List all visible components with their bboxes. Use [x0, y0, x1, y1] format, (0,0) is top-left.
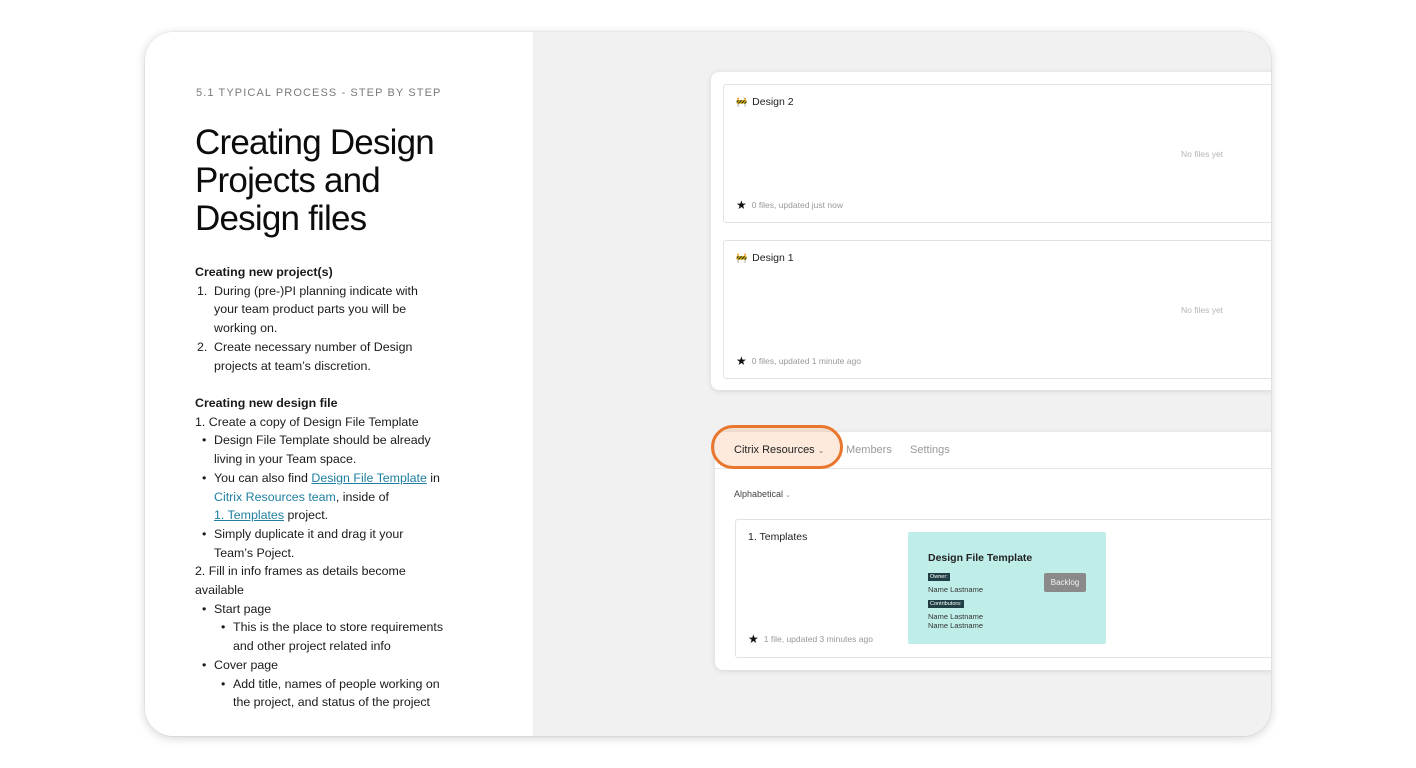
- list-text: This is the place to store requirements: [233, 620, 444, 635]
- list-text: You can also find Design File Template i…: [214, 469, 443, 488]
- sort-dropdown[interactable]: Alphabetical ⌄: [734, 489, 791, 499]
- list-text: your team product parts you will be: [214, 302, 407, 317]
- list-text: the project, and status of the project: [233, 695, 430, 710]
- owner-tag: Owner:: [928, 573, 950, 581]
- page-title: Creating Design Projects and Design file…: [195, 124, 495, 238]
- list-text: Simply duplicate it and drag it your: [214, 526, 404, 541]
- bullet: •: [202, 601, 207, 616]
- star-icon[interactable]: ★: [736, 354, 747, 368]
- list-text: Add title, names of people working on: [233, 676, 440, 691]
- text-fragment: in: [426, 470, 440, 485]
- list-text: Create necessary number of Design: [214, 339, 413, 354]
- step-1: 1. Create a copy of Design File Template: [195, 414, 419, 429]
- project-title: Design 2: [752, 96, 794, 108]
- list-text: During (pre-)PI planning indicate with: [214, 283, 418, 298]
- construction-icon: 🚧: [736, 253, 748, 263]
- tab-label: Citrix Resources: [734, 444, 815, 456]
- owner-name: Name Lastname: [928, 585, 984, 594]
- contributors-tag: Contributors:: [928, 600, 964, 608]
- chevron-down-icon: ⌄: [817, 446, 825, 455]
- list-text: Cover page: [214, 657, 279, 672]
- list-item: 1. During (pre-)PI planning indicate wit…: [195, 282, 418, 338]
- list-text: Team’s Poject.: [214, 545, 295, 560]
- project-title: 1. Templates: [748, 531, 808, 543]
- list-number: 2.: [197, 339, 208, 354]
- sort-label: Alphabetical: [734, 489, 784, 499]
- list-text: Start page: [214, 601, 272, 616]
- design-file-template-link[interactable]: Design File Template: [311, 471, 426, 485]
- projects-panel: 🚧 Design 2 No files yet ★ 0 files, update…: [711, 72, 1271, 390]
- construction-icon: 🚧: [736, 97, 748, 107]
- creating-project-section: Creating new project(s) 1. During (pre-)…: [195, 263, 418, 375]
- team-panel: Citrix Resources ⌄ Members Settings Alpha…: [711, 425, 1271, 670]
- list-item: • Design File Template should be already…: [195, 431, 443, 468]
- creating-file-section: Creating new design file 1. Create a cop…: [195, 394, 443, 712]
- project-card-design-2[interactable]: 🚧 Design 2 No files yet ★ 0 files, update…: [723, 84, 1271, 223]
- tab-settings[interactable]: Settings: [910, 444, 950, 456]
- star-icon[interactable]: ★: [736, 198, 747, 212]
- screenshot-area: 🚧 Design 2 No files yet ★ 0 files, update…: [533, 32, 1271, 736]
- project-meta: ★ 0 files, updated 1 minute ago: [736, 354, 861, 368]
- project-name: 🚧 Design 2: [736, 96, 794, 108]
- tab-citrix-resources[interactable]: Citrix Resources ⌄: [734, 444, 824, 456]
- list-number: 1.: [197, 283, 208, 298]
- text-fragment: , inside of: [335, 489, 389, 504]
- chevron-down-icon: ⌄: [785, 492, 791, 499]
- list-item: • Start page: [195, 600, 443, 619]
- project-card-design-1[interactable]: 🚧 Design 1 No files yet ★ 0 files, update…: [723, 240, 1271, 379]
- list-item: • Cover page: [195, 656, 443, 675]
- bullet: •: [202, 657, 207, 672]
- thumb-title: Design File Template: [928, 552, 1033, 564]
- bullet: •: [202, 470, 207, 485]
- project-meta: ★ 1 file, updated 3 minutes ago: [748, 632, 873, 646]
- creating-file-heading: Creating new design file: [195, 396, 338, 410]
- list-text: Design File Template should be already: [214, 433, 431, 448]
- title-line: Creating Design: [195, 123, 435, 162]
- project-card-templates[interactable]: 1. Templates ★ 1 file, updated 3 minutes …: [735, 519, 1271, 658]
- meta-text: 0 files, updated 1 minute ago: [751, 356, 861, 366]
- list-text: working on.: [214, 321, 278, 336]
- templates-project-link[interactable]: 1. Templates: [214, 508, 284, 522]
- instructions-panel: 5.1 TYPICAL PROCESS - STEP BY STEP Creat…: [145, 32, 533, 736]
- star-icon[interactable]: ★: [748, 632, 759, 646]
- bullet: •: [221, 676, 226, 691]
- title-line: Projects and: [195, 161, 381, 200]
- meta-text: 0 files, updated just now: [751, 200, 843, 210]
- file-thumbnail[interactable]: Design File Template Owner: Name Lastnam…: [908, 532, 1106, 644]
- creating-project-heading: Creating new project(s): [195, 265, 333, 279]
- contributor-name: Name Lastname: [928, 621, 984, 630]
- list-text: Citrix Resources team, inside of: [214, 488, 443, 507]
- tab-members[interactable]: Members: [846, 444, 892, 456]
- citrix-resources-team-link[interactable]: Citrix Resources team: [214, 490, 336, 504]
- list-text: 2. Fill in info frames as details become: [195, 564, 406, 579]
- bullet: •: [202, 526, 207, 541]
- project-name: 🚧 Design 1: [736, 252, 794, 264]
- meta-text: 1 file, updated 3 minutes ago: [763, 634, 873, 644]
- title-line: Design files: [195, 199, 367, 238]
- list-item: • You can also find Design File Template…: [195, 469, 443, 525]
- bullet: •: [202, 433, 207, 448]
- status-badge: Backlog: [1044, 573, 1086, 592]
- team-tabs: Citrix Resources ⌄ Members Settings: [711, 425, 1271, 469]
- list-item: 2. Create necessary number of Design pro…: [195, 338, 418, 375]
- project-title: Design 1: [752, 252, 794, 264]
- text-fragment: project.: [284, 508, 329, 523]
- list-item: • This is the place to store requirement…: [195, 618, 443, 655]
- list-text: available: [195, 583, 244, 598]
- empty-state: No files yet: [1181, 149, 1224, 159]
- list-text: projects at team’s discretion.: [214, 358, 371, 373]
- contributor-name: Name Lastname: [928, 612, 984, 621]
- project-meta: ★ 0 files, updated just now: [736, 198, 843, 212]
- list-item: • Add title, names of people working on …: [195, 675, 443, 712]
- step-2: 2. Fill in info frames as details become…: [195, 562, 443, 599]
- bullet: •: [221, 620, 226, 635]
- section-label: 5.1 TYPICAL PROCESS - STEP BY STEP: [196, 87, 442, 99]
- list-text: and other project related info: [233, 639, 391, 654]
- empty-state: No files yet: [1181, 305, 1224, 315]
- slide-card: 5.1 TYPICAL PROCESS - STEP BY STEP Creat…: [145, 32, 1271, 736]
- list-text: living in your Team space.: [214, 452, 357, 467]
- text-fragment: You can also find: [214, 470, 312, 485]
- list-text: 1. Templates project.: [214, 506, 443, 525]
- list-item: • Simply duplicate it and drag it your T…: [195, 525, 443, 562]
